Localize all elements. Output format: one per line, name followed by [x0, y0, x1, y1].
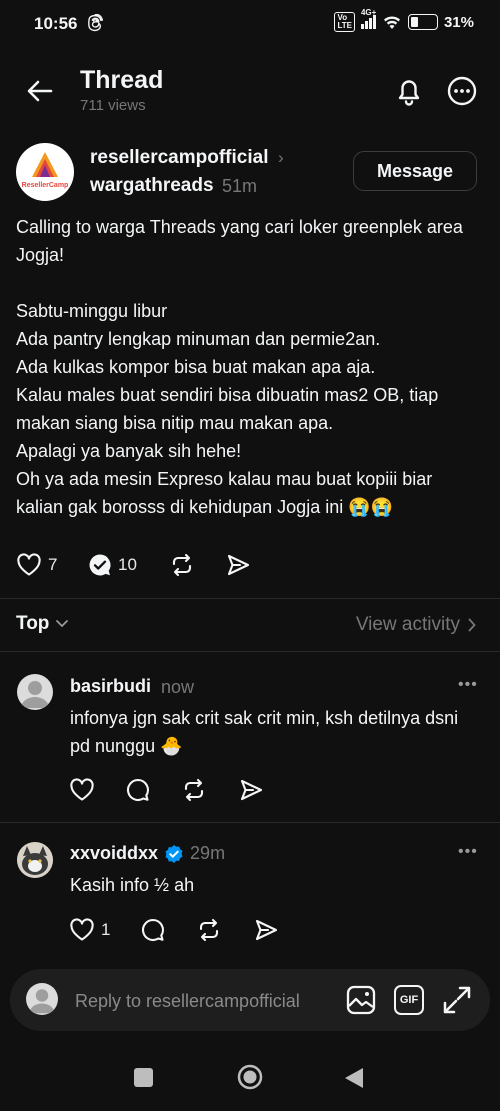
divider: [0, 598, 500, 599]
volte-icon: Vo LTE: [334, 12, 355, 32]
comment-more-icon[interactable]: •••: [458, 843, 478, 861]
status-time: 10:56: [34, 14, 78, 33]
heart-icon: [17, 553, 41, 576]
home-icon[interactable]: [237, 1064, 263, 1090]
comment-header: xxvoiddxx 29m: [70, 843, 225, 864]
reply-input[interactable]: Reply to resellercampofficial: [75, 991, 300, 1012]
divider: [0, 822, 500, 823]
resellercamp-logo-icon: ResellerCamp: [22, 152, 69, 189]
repost-icon[interactable]: [170, 553, 194, 577]
chevron-down-icon: [56, 620, 69, 628]
view-activity-label: View activity: [355, 614, 460, 635]
view-activity-link[interactable]: View activity: [356, 614, 476, 636]
svg-text:ResellerCamp: ResellerCamp: [22, 182, 69, 189]
back-icon[interactable]: [344, 1067, 364, 1089]
post-text: Calling to warga Threads yang cari loker…: [16, 217, 463, 517]
repost-icon[interactable]: [197, 918, 221, 942]
author-avatar[interactable]: ResellerCamp: [16, 143, 74, 201]
image-icon[interactable]: [346, 985, 376, 1015]
reply-button[interactable]: 10: [88, 553, 137, 577]
more-options-icon[interactable]: [447, 76, 477, 106]
comment-time: now: [161, 677, 195, 697]
sub-author-name[interactable]: wargathreads: [90, 175, 214, 197]
default-user-icon: [29, 989, 55, 1014]
comment-bubble-icon[interactable]: [126, 778, 150, 802]
share-icon[interactable]: [254, 918, 278, 942]
repost-icon[interactable]: [182, 778, 206, 802]
heart-icon: [70, 918, 94, 941]
author-name[interactable]: resellercampofficial: [90, 147, 268, 169]
comment-text: infonya jgn sak crit sak crit min, ksh d…: [70, 708, 459, 756]
view-count: 711 views: [80, 97, 146, 114]
share-icon[interactable]: [239, 778, 263, 802]
sort-dropdown[interactable]: Top: [16, 613, 69, 635]
status-right: Vo LTE 4G+ 31%: [334, 8, 474, 32]
comment-user[interactable]: basirbudi: [70, 676, 151, 697]
comment-time: 29m: [190, 843, 226, 863]
like-count: 7: [48, 555, 58, 574]
like-button[interactable]: 1: [69, 918, 110, 942]
like-count: 1: [101, 920, 111, 939]
cat-avatar-icon: [17, 842, 53, 878]
comment-bubble-icon[interactable]: [141, 918, 165, 942]
gif-button[interactable]: GIF: [394, 985, 424, 1015]
comment-user[interactable]: xxvoiddxx: [70, 843, 158, 864]
battery-percent: 31%: [443, 13, 474, 31]
heart-icon[interactable]: [69, 778, 95, 802]
recents-icon[interactable]: [134, 1068, 153, 1087]
system-nav-bar: [0, 1045, 500, 1111]
chevron-right-icon: ›: [278, 148, 284, 167]
signal-icon: 4G+: [360, 8, 376, 29]
page-title: Thread: [80, 66, 164, 94]
post-time: 51m: [222, 176, 258, 196]
verified-badge-icon: [165, 844, 183, 863]
message-button[interactable]: Message: [353, 151, 477, 191]
chevron-right-icon: [468, 618, 476, 632]
comment-more-icon[interactable]: •••: [458, 676, 478, 694]
share-icon[interactable]: [226, 553, 250, 577]
bell-icon[interactable]: [394, 76, 424, 106]
avatar: [26, 983, 58, 1015]
default-user-icon: [21, 681, 49, 708]
network-type: 4G+: [360, 8, 377, 17]
avatar[interactable]: [17, 674, 53, 710]
expand-icon[interactable]: [442, 985, 472, 1015]
like-button[interactable]: 7: [16, 553, 57, 577]
divider: [0, 651, 500, 652]
avatar[interactable]: [17, 842, 53, 878]
back-arrow-icon[interactable]: [26, 77, 54, 105]
replied-bubble-icon: [89, 554, 111, 576]
battery-icon: [407, 14, 438, 30]
comment-text: Kasih info ½ ah: [70, 875, 195, 895]
threads-notification-icon: [88, 14, 104, 32]
wifi-icon: [382, 14, 402, 30]
reply-count: 10: [118, 555, 137, 574]
status-bar: 10:56 Vo LTE 4G+ 31%: [0, 0, 500, 50]
sort-label: Top: [16, 613, 50, 634]
